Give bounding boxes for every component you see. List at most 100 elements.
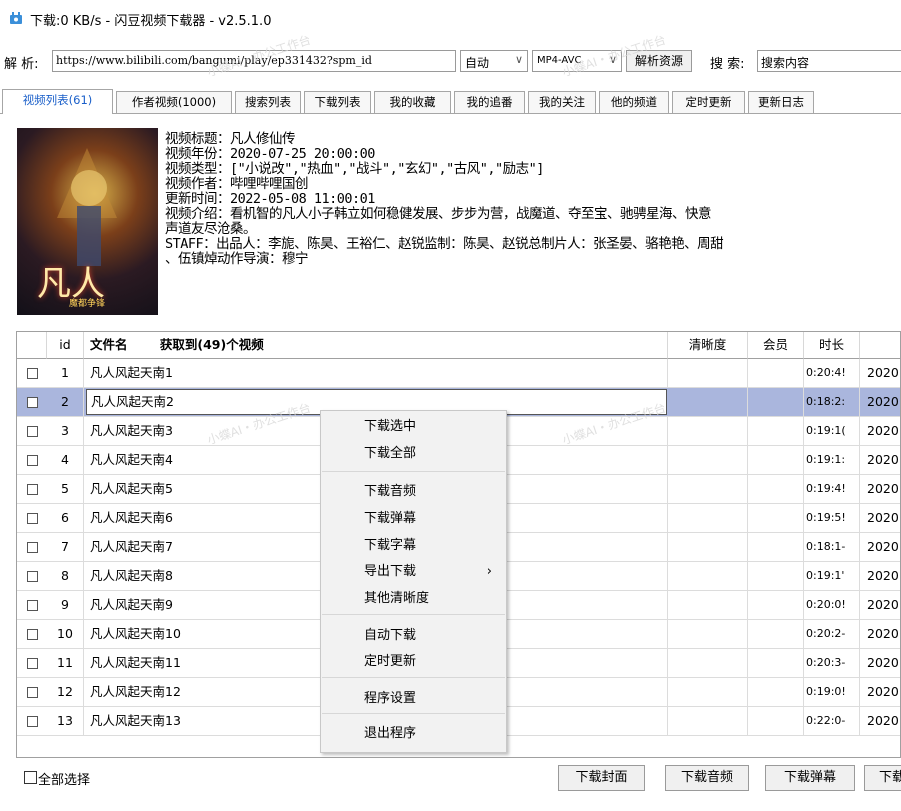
row-checkbox[interactable]: [27, 368, 38, 379]
row-id: 7: [47, 533, 84, 561]
header-checkbox-col: [17, 332, 47, 359]
cover-image: 凡人 魔都争锋: [17, 128, 158, 315]
header-duration[interactable]: 时长: [804, 332, 860, 359]
row-checkbox[interactable]: [27, 687, 38, 698]
row-date: 2020: [867, 713, 899, 728]
menu-item-7[interactable]: 自动下载: [321, 623, 506, 648]
row-checkbox[interactable]: [27, 455, 38, 466]
search-input[interactable]: 搜索内容: [757, 50, 901, 72]
row-checkbox[interactable]: [27, 484, 38, 495]
row-checkbox[interactable]: [27, 600, 38, 611]
url-input[interactable]: https://www.bilibili.com/bangumi/play/ep…: [52, 50, 456, 72]
row-id: 4: [47, 446, 84, 474]
header-quality[interactable]: 清晰度: [668, 332, 748, 359]
menu-separator: [322, 614, 505, 615]
menu-item-label: 下载音频: [364, 484, 417, 499]
tab-9[interactable]: 更新日志: [748, 91, 814, 113]
row-quality: [668, 678, 748, 706]
select-all-label[interactable]: 全部选择: [38, 769, 90, 788]
menu-item-8[interactable]: 定时更新: [321, 649, 506, 674]
tab-6[interactable]: 我的关注: [528, 91, 596, 113]
bottom-button-0[interactable]: 下载封面: [558, 765, 645, 791]
bottom-button-1[interactable]: 下载音频: [665, 765, 749, 791]
menu-item-6[interactable]: 其他清晰度: [321, 586, 506, 611]
row-checkbox[interactable]: [27, 716, 38, 727]
row-date: 2020: [867, 655, 899, 670]
table-row[interactable]: 1 凡人风起天南1 0:20:4! 2020: [17, 359, 900, 388]
row-checkbox[interactable]: [27, 658, 38, 669]
row-duration: 0:18:2:: [804, 388, 860, 416]
row-checkbox[interactable]: [27, 426, 38, 437]
row-member: [748, 649, 804, 677]
mode-select[interactable]: 自动 ∨: [460, 50, 528, 72]
row-duration: 0:19:1': [804, 562, 860, 590]
tab-2[interactable]: 搜索列表: [235, 91, 301, 113]
row-id: 2: [47, 388, 84, 416]
row-date: 2020: [867, 539, 899, 554]
row-checkbox[interactable]: [27, 571, 38, 582]
menu-item-5[interactable]: 导出下载 ›: [321, 559, 506, 584]
row-member: [748, 475, 804, 503]
app-icon: [10, 12, 22, 24]
menu-item-4[interactable]: 下载字幕: [321, 533, 506, 558]
format-select-value: MP4-AVC: [537, 55, 582, 66]
row-date: 2020: [867, 423, 899, 438]
tab-0[interactable]: 视频列表(61): [2, 89, 113, 114]
search-label: 搜 索:: [710, 57, 745, 72]
chevron-down-icon: ∨: [514, 53, 523, 66]
row-checkbox[interactable]: [27, 629, 38, 640]
format-select[interactable]: MP4-AVC ∨: [532, 50, 622, 72]
header-filename[interactable]: 文件名 获取到(49)个视频: [84, 332, 668, 359]
select-all-checkbox[interactable]: [24, 771, 37, 784]
row-date: 2020: [867, 510, 899, 525]
menu-item-label: 退出程序: [364, 726, 417, 741]
menu-item-3[interactable]: 下载弹幕: [321, 506, 506, 531]
info-line: 视频类型：["小说改","热血","战斗","玄幻","古风","励志"]: [165, 161, 544, 177]
tab-1[interactable]: 作者视频(1000): [116, 91, 232, 113]
header-extra[interactable]: 5: [860, 332, 900, 359]
tab-4[interactable]: 我的收藏: [374, 91, 451, 113]
header-id[interactable]: id: [47, 332, 84, 359]
tab-8[interactable]: 定时更新: [672, 91, 745, 113]
row-duration: 0:18:1-: [804, 533, 860, 561]
row-checkbox[interactable]: [27, 397, 38, 408]
tab-3[interactable]: 下载列表: [304, 91, 371, 113]
menu-item-1[interactable]: 下载全部: [321, 441, 506, 466]
tab-5[interactable]: 我的追番: [454, 91, 525, 113]
row-id: 3: [47, 417, 84, 445]
row-id: 9: [47, 591, 84, 619]
info-line: STAFF：出品人：李旎、陈昊、王裕仁、赵锐监制：陈昊、赵锐总制片人：张圣晏、骆…: [165, 236, 724, 252]
row-id: 10: [47, 620, 84, 648]
row-date: 2020: [867, 365, 899, 380]
row-quality: [668, 707, 748, 735]
row-duration: 0:20:2-: [804, 620, 860, 648]
row-checkbox[interactable]: [27, 542, 38, 553]
row-checkbox[interactable]: [27, 513, 38, 524]
row-quality: [668, 620, 748, 648]
row-member: [748, 533, 804, 561]
row-duration: 0:19:4!: [804, 475, 860, 503]
header-member[interactable]: 会员: [748, 332, 804, 359]
menu-item-label: 导出下载: [364, 564, 417, 579]
row-duration: 0:22:0-: [804, 707, 860, 735]
menu-item-10[interactable]: 退出程序: [321, 721, 506, 746]
menu-separator: [322, 677, 505, 678]
row-id: 1: [47, 359, 84, 387]
fetched-count: 获取到(49)个视频: [159, 337, 264, 352]
menu-item-9[interactable]: 程序设置: [321, 686, 506, 711]
row-member: [748, 504, 804, 532]
menu-item-2[interactable]: 下载音频: [321, 479, 506, 504]
info-line: 视频年份：2020-07-25 20:00:00: [165, 146, 375, 162]
parse-button[interactable]: 解析资源: [626, 50, 692, 72]
window-title: 下载:0 KB/s - 闪豆视频下载器 - v2.5.1.0: [30, 14, 272, 29]
bottom-button-2[interactable]: 下载弹幕: [765, 765, 855, 791]
bottom-button-3[interactable]: 下载: [864, 765, 901, 791]
header-filename-label: 文件名: [90, 337, 128, 352]
context-menu: 下载选中 下载全部下载音频下载弹幕 下载字幕 导出下载 › 其他清晰度自动下载 定时更新程序…: [320, 410, 507, 753]
row-member: [748, 359, 804, 387]
menu-item-0[interactable]: 下载选中: [321, 414, 506, 439]
cover-subtitle: 魔都争锋: [69, 299, 106, 309]
row-duration: 0:19:1(: [804, 417, 860, 445]
tab-7[interactable]: 他的频道: [599, 91, 669, 113]
parse-label: 解 析:: [4, 57, 39, 72]
